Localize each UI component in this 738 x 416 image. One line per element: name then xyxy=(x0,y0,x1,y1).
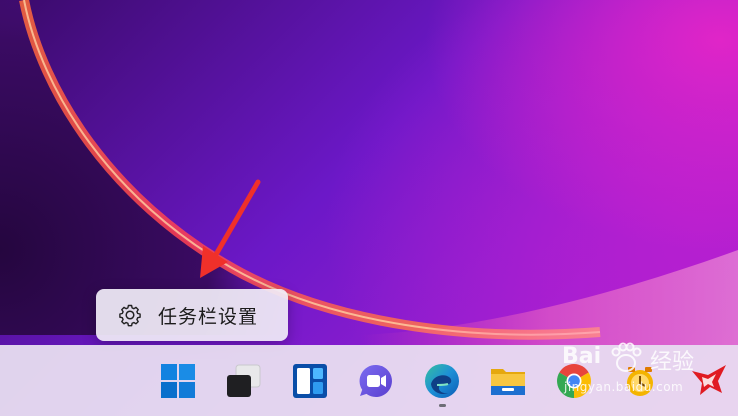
start-icon xyxy=(161,364,195,398)
watermark-brand: Bai xyxy=(562,344,602,369)
file-explorer-button[interactable] xyxy=(489,362,527,400)
taskbar-context-menu[interactable]: 任务栏设置 xyxy=(96,289,288,341)
chat-button[interactable] xyxy=(357,362,395,400)
gear-icon xyxy=(119,304,141,327)
paw-icon xyxy=(611,342,642,372)
chat-icon xyxy=(359,364,392,397)
start-button[interactable] xyxy=(159,362,197,400)
file-explorer-icon xyxy=(491,369,525,395)
task-view-button[interactable] xyxy=(225,362,263,400)
widgets-icon xyxy=(293,364,327,398)
edge-button[interactable] xyxy=(423,362,461,400)
widgets-button[interactable] xyxy=(291,362,329,400)
task-view-icon xyxy=(227,364,261,397)
edge-icon xyxy=(425,364,459,398)
watermark-url: jingyan.baidu.com xyxy=(564,380,684,394)
baidu-jingyan-watermark: Bai 经验 jingyan.baidu.com xyxy=(556,336,736,396)
taskbar-settings-label: 任务栏设置 xyxy=(158,305,259,328)
watermark-suffix: 经验 xyxy=(650,350,695,375)
edge-running-indicator xyxy=(439,404,446,407)
